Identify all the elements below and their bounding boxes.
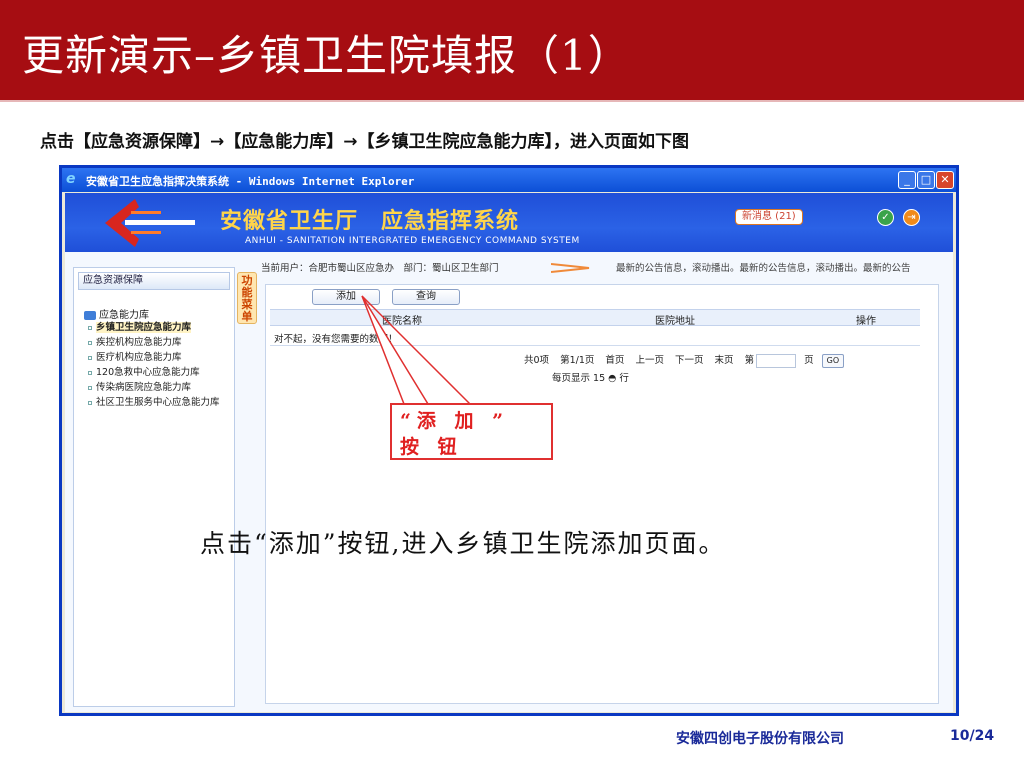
bullet-icon [88,400,92,405]
goto-prefix: 第 [744,355,755,366]
sidebar-item-community[interactable]: 社区卫生服务中心应急能力库 [88,395,220,410]
row-divider [270,345,920,346]
bullet-icon [88,325,92,330]
sidebar-list: 乡镇卫生院应急能力库 疾控机构应急能力库 医疗机构应急能力库 120急救中心应急… [88,320,220,410]
sidebar-root-item[interactable]: 应急能力库 [84,306,149,321]
bullet-icon [88,340,92,345]
slide-title: 更新演示–乡镇卫生院填报（1） [22,31,631,80]
bullet-icon [88,370,92,375]
new-messages-badge[interactable]: 新消息 (21) [735,209,803,225]
minimize-button[interactable]: _ [898,171,916,189]
sidebar-item-120[interactable]: 120急救中心应急能力库 [88,365,220,380]
arrow-icon [551,263,590,273]
sidebar-item-cdc[interactable]: 疾控机构应急能力库 [88,335,220,350]
logo-icon [105,199,195,247]
query-button[interactable]: 查询 [392,289,460,305]
empty-message: 对不起，没有您需要的数据！ [274,334,398,345]
total-count: 共0项 [524,355,550,366]
add-button[interactable]: 添加 [312,289,380,305]
col-actions: 操作 [856,316,876,327]
title-divider [0,100,1024,102]
bullet-icon [88,355,92,360]
window-titlebar: e 安徽省卫生应急指挥决策系统 - Windows Internet Explo… [62,168,956,192]
col-hospital-address: 医院地址 [655,316,695,327]
next-page-link[interactable]: 下一页 [675,355,704,366]
main-panel: 添加 查询 医院名称 医院地址 操作 对不起，没有您需要的数据！ 共0项 第1/… [265,284,939,704]
per-page-selector[interactable]: 每页显示 15 ◓ 行 [552,370,629,384]
folder-icon [84,310,96,320]
table-header: 医院名称 医院地址 操作 [270,309,920,327]
window-title: 安徽省卫生应急指挥决策系统 - Windows Internet Explore… [86,175,415,188]
page-number-input[interactable] [756,353,797,368]
app-body: 应急资源保障 应急能力库 乡镇卫生院应急能力库 疾控机构应急能力库 医疗机构应急… [65,252,953,712]
slide-title-bar: 更新演示–乡镇卫生院填报（1） [0,0,1024,100]
close-button[interactable]: ✕ [936,171,954,189]
footer-company: 安徽四创电子股份有限公司 [676,731,844,747]
instruction-text: 点击【应急资源保障】→【应急能力库】→【乡镇卫生院应急能力库】，进入页面如下图 [40,132,689,152]
status-bar: 当前用户：合肥市蜀山区应急办 部门：蜀山区卫生部门 最新的公告信息，滚动播出。最… [261,260,949,276]
app-subtitle: ANHUI - SANITATION INTERGRATED EMERGENCY… [245,236,580,246]
sidebar-item-medical[interactable]: 医疗机构应急能力库 [88,350,220,365]
sidebar-header[interactable]: 应急资源保障 [78,272,230,290]
bullet-icon [88,385,92,390]
function-menu-label: 功能菜单 [241,274,253,323]
page-indicator: 第1/1页 [560,355,595,366]
go-button[interactable]: GO [821,353,845,368]
pagination: 共0项 第1/1页 首页 上一页 下一页 末页 第 页 GO [524,352,852,368]
app-name: 安徽省卫生厅 应急指挥系统 [220,208,520,234]
prev-page-link[interactable]: 上一页 [635,355,664,366]
logout-icon[interactable]: ⇥ [903,209,920,226]
col-hospital-name: 医院名称 [382,316,422,327]
goto-suffix: 页 [804,355,814,366]
check-icon[interactable]: ✓ [877,209,894,226]
announcement-ticker: 最新的公告信息，滚动播出。最新的公告信息，滚动播出。最新的公告 [616,263,911,274]
add-button-callout: “添 加 ” 按 钮 [390,403,553,460]
last-page-link[interactable]: 末页 [715,355,734,366]
sidebar: 应急资源保障 应急能力库 乡镇卫生院应急能力库 疾控机构应急能力库 医疗机构应急… [73,267,235,707]
page-number: 10/24 [950,728,995,744]
sidebar-item-infectious[interactable]: 传染病医院应急能力库 [88,380,220,395]
maximize-button[interactable]: □ [917,171,935,189]
ie-icon: e [66,171,76,187]
current-user: 当前用户：合肥市蜀山区应急办 部门：蜀山区卫生部门 [261,263,499,274]
function-menu-tab[interactable]: 功能菜单 [237,272,257,324]
sidebar-item-township-hospital[interactable]: 乡镇卫生院应急能力库 [88,320,220,335]
app-header: 安徽省卫生厅 应急指挥系统 ANHUI - SANITATION INTERGR… [65,193,953,252]
first-page-link[interactable]: 首页 [605,355,624,366]
instruction-note: 点击“添加”按钮,进入乡镇卫生院添加页面。 [200,529,726,558]
